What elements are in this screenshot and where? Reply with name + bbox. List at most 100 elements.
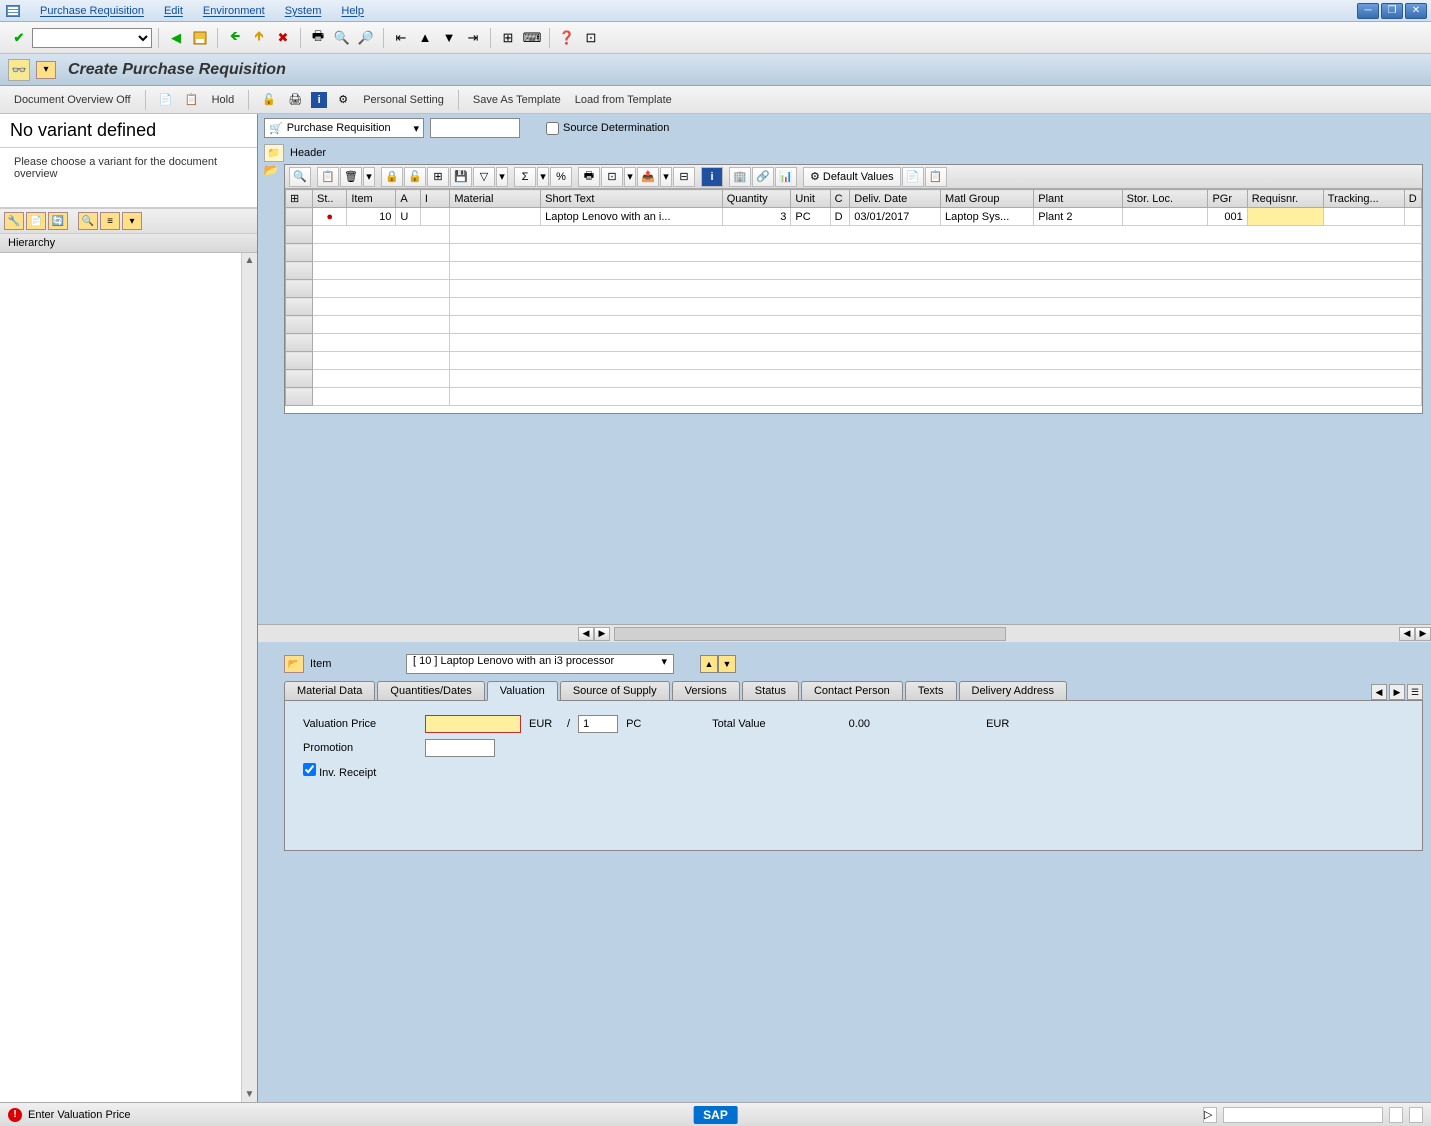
item-overview-toggle[interactable]: 📂 — [260, 160, 282, 180]
other-pr-icon[interactable]: 📋 — [182, 90, 202, 110]
col-plant[interactable]: Plant — [1034, 190, 1122, 208]
select-all-icon[interactable]: ⊞ — [286, 190, 313, 208]
cell-tracking[interactable] — [1323, 208, 1404, 226]
grid-copy-icon[interactable]: 📋 — [317, 167, 339, 187]
layout-icon[interactable]: ⊡ — [580, 27, 602, 49]
hscroll-right2-icon[interactable]: ▶ — [1415, 627, 1431, 641]
tab-valuation[interactable]: Valuation — [487, 681, 558, 701]
col-c[interactable]: C — [830, 190, 850, 208]
shortcut-icon[interactable]: ⌨ — [521, 27, 543, 49]
menu-edit[interactable]: Edit — [154, 3, 193, 19]
grid-subtotal-icon[interactable]: % — [550, 167, 572, 187]
source-determination-checkbox[interactable]: Source Determination — [546, 122, 669, 135]
source-determination-input[interactable] — [546, 122, 559, 135]
print-icon[interactable]: 🖶 — [307, 27, 329, 49]
grid-unlock-icon[interactable]: 🔓 — [404, 167, 426, 187]
col-matlgrp[interactable]: Matl Group — [941, 190, 1034, 208]
table-row[interactable] — [286, 352, 1422, 370]
col-shorttext[interactable]: Short Text — [541, 190, 723, 208]
grid-export-icon[interactable]: 📤 — [637, 167, 659, 187]
grid-export-dd[interactable]: ▾ — [660, 167, 672, 187]
grid-sum-dd[interactable]: ▾ — [537, 167, 549, 187]
hierarchy-tree[interactable]: ▲ ▼ — [0, 253, 257, 1102]
title-action-icon[interactable]: ▾ — [36, 61, 56, 79]
personal-settings-icon[interactable]: ⚙ — [333, 90, 353, 110]
grid-delete-dd[interactable]: ▾ — [363, 167, 375, 187]
grid-filter-dd[interactable]: ▾ — [496, 167, 508, 187]
the-variant-icon-1[interactable]: 🔧 — [4, 212, 24, 230]
col-qty[interactable]: Quantity — [722, 190, 791, 208]
grid-filter-icon[interactable]: ▽ — [473, 167, 495, 187]
first-page-icon[interactable]: ⇤ — [390, 27, 412, 49]
back-icon[interactable]: 🡸 — [224, 27, 246, 49]
cancel-icon[interactable]: ✖ — [272, 27, 294, 49]
tree-scrollbar[interactable]: ▲ ▼ — [241, 253, 257, 1102]
col-item[interactable]: Item — [347, 190, 396, 208]
pr-type-dropdown[interactable]: 🛒 Purchase Requisition ▾ — [264, 118, 424, 138]
tab-contact-person[interactable]: Contact Person — [801, 681, 903, 700]
table-row[interactable] — [286, 298, 1422, 316]
cell-pgr[interactable]: 001 — [1208, 208, 1247, 226]
tab-versions[interactable]: Versions — [672, 681, 740, 700]
col-deliv[interactable]: Deliv. Date — [850, 190, 941, 208]
grid-delete-icon[interactable]: 🗑 — [340, 167, 362, 187]
variant-icon-6[interactable]: ▾ — [122, 212, 142, 230]
window-minimize-button[interactable]: ─ — [1357, 3, 1379, 19]
cell-i[interactable] — [420, 208, 449, 226]
table-row[interactable] — [286, 316, 1422, 334]
sap-menu-icon[interactable] — [4, 3, 22, 19]
grid-struct-icon[interactable]: 🔗 — [752, 167, 774, 187]
grid-print-icon[interactable]: 🖶 — [578, 167, 600, 187]
grid-info2-icon[interactable]: i — [701, 167, 723, 187]
cell-shorttext[interactable]: Laptop Lenovo with an i... — [541, 208, 723, 226]
variant-icon-4[interactable]: 🔍 — [78, 212, 98, 230]
table-row[interactable] — [286, 334, 1422, 352]
tab-texts[interactable]: Texts — [905, 681, 957, 700]
grid-settings-icon[interactable]: ⊟ — [673, 167, 695, 187]
item-next-button[interactable]: ▼ — [718, 655, 736, 673]
cell-unit[interactable]: PC — [791, 208, 830, 226]
load-from-template-button[interactable]: Load from Template — [571, 92, 676, 108]
menu-help[interactable]: Help — [331, 3, 374, 19]
pr-number-input[interactable] — [430, 118, 520, 138]
save-as-template-button[interactable]: Save As Template — [469, 92, 565, 108]
cell-requisnr[interactable] — [1247, 208, 1323, 226]
col-a[interactable]: A — [396, 190, 421, 208]
grid-last1-icon[interactable]: 📄 — [902, 167, 924, 187]
cell-a[interactable]: U — [396, 208, 421, 226]
display-toggle-icon[interactable]: 👓 — [8, 59, 30, 81]
menu-system[interactable]: System — [275, 3, 332, 19]
tab-status[interactable]: Status — [742, 681, 799, 700]
variant-icon-2[interactable]: 📄 — [26, 212, 46, 230]
col-unit[interactable]: Unit — [791, 190, 830, 208]
release-icon[interactable]: 🖨 — [285, 90, 305, 110]
scroll-down-icon[interactable]: ▼ — [243, 1087, 257, 1102]
cell-d[interactable] — [1404, 208, 1421, 226]
inv-receipt-checkbox[interactable]: Inv. Receipt — [303, 763, 376, 779]
grid-horizontal-scroll[interactable]: ◀ ▶ ◀ ▶ — [258, 624, 1431, 642]
col-material[interactable]: Material — [450, 190, 541, 208]
grid-layout-icon[interactable]: ⊞ — [427, 167, 449, 187]
table-row[interactable]: ● 10 U Laptop Lenovo with an i... 3 PC D… — [286, 208, 1422, 226]
tab-material-data[interactable]: Material Data — [284, 681, 375, 700]
cell-stor[interactable] — [1122, 208, 1208, 226]
item-toggle-button[interactable]: 📂 — [284, 655, 304, 673]
row-selector[interactable] — [286, 208, 313, 226]
inv-receipt-input[interactable] — [303, 763, 316, 776]
hscroll-left-icon[interactable]: ◀ — [578, 627, 594, 641]
exit-icon[interactable]: 🡹 — [248, 27, 270, 49]
back-button[interactable]: ◀ — [165, 27, 187, 49]
table-row[interactable] — [286, 226, 1422, 244]
table-row[interactable] — [286, 244, 1422, 262]
col-i[interactable]: I — [420, 190, 449, 208]
item-selector-dropdown[interactable]: [ 10 ] Laptop Lenovo with an i3 processo… — [406, 654, 674, 674]
grid-env-icon[interactable]: 🏢 — [729, 167, 751, 187]
hscroll-left2-icon[interactable]: ◀ — [1399, 627, 1415, 641]
menu-purchase-requisition[interactable]: Purchase Requisition — [30, 3, 154, 19]
items-table[interactable]: ⊞ St.. Item A I Material Short Text Quan… — [285, 189, 1422, 406]
status-seg-1[interactable]: ▷ — [1203, 1107, 1217, 1123]
next-page-icon[interactable]: ▼ — [438, 27, 460, 49]
tab-scroll-left-icon[interactable]: ◀ — [1371, 684, 1387, 700]
find-next-icon[interactable]: 🔎 — [355, 27, 377, 49]
grid-sum-icon[interactable]: Σ — [514, 167, 536, 187]
